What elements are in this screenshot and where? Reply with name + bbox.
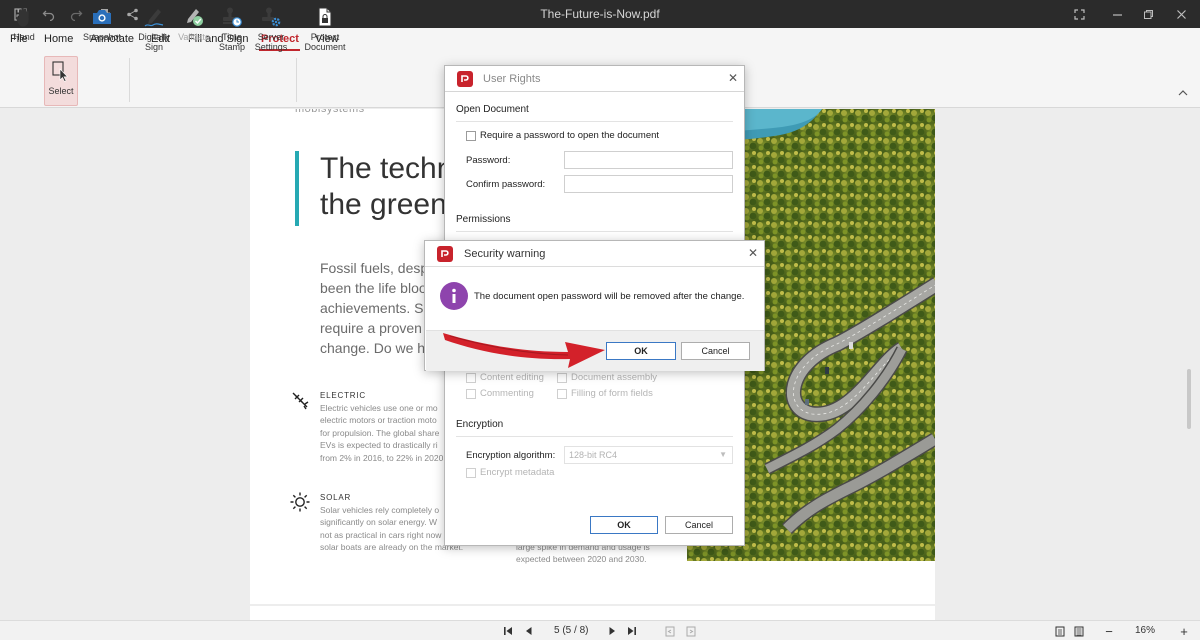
security-warning-title: Security warning — [464, 248, 546, 260]
next-page-icon[interactable] — [606, 625, 618, 637]
title-divider — [425, 266, 764, 267]
continuous-view-icon[interactable] — [1073, 625, 1085, 637]
collapse-ribbon-icon[interactable] — [1178, 89, 1188, 100]
zoom-out-icon[interactable]: − — [1103, 624, 1115, 639]
camera-icon — [90, 5, 114, 29]
electric-body: Electric vehicles use one or mo electric… — [320, 403, 444, 463]
zoom-in-icon[interactable]: + — [1178, 624, 1190, 639]
zoom-level[interactable]: 16% — [1135, 625, 1155, 636]
hand-tool-button[interactable]: Hand — [7, 3, 41, 53]
security-warning-ok-button[interactable]: OK — [606, 342, 676, 360]
back-view-icon[interactable] — [664, 625, 676, 637]
password-label: Password: — [466, 155, 511, 166]
solar-heading: SOLAR — [320, 493, 352, 502]
section-divider — [456, 231, 733, 232]
time-stamp-button[interactable]: Time Stamp — [215, 3, 249, 53]
filling-form-fields-checkbox[interactable] — [557, 389, 567, 399]
intro-paragraph: Fossil fuels, despi been the life blood … — [320, 260, 435, 356]
digitally-sign-button[interactable]: Digitally Sign — [134, 3, 174, 53]
ribbon-separator — [129, 58, 130, 102]
security-warning-close-icon[interactable]: ✕ — [748, 246, 758, 260]
chevron-down-icon: ▼ — [719, 450, 727, 459]
encrypt-metadata-checkbox[interactable] — [466, 468, 476, 478]
time-stamp-label: Time Stamp — [218, 32, 245, 52]
electric-plug-icon — [292, 392, 309, 410]
commenting-label: Commenting — [480, 388, 534, 399]
close-icon[interactable] — [1173, 6, 1189, 22]
page-headline: The techn the green — [320, 152, 454, 221]
app-logo-icon — [437, 246, 453, 262]
menu-home[interactable]: Home — [44, 33, 73, 45]
fullscreen-icon[interactable] — [1071, 6, 1087, 22]
pdf-editor-window: The-Future-is-Now.pdf File Home Annotate… — [0, 0, 1200, 640]
user-rights-cancel-button[interactable]: Cancel — [665, 516, 733, 534]
user-rights-title: User Rights — [483, 73, 541, 85]
permissions-label: Permissions — [456, 214, 511, 225]
last-page-icon[interactable] — [626, 625, 638, 637]
select-tool-button[interactable]: Select — [44, 56, 78, 106]
red-pointer-arrow-icon — [443, 333, 605, 368]
filling-form-fields-label: Filling of form fields — [571, 388, 653, 399]
protect-document-label: Protect Document — [304, 32, 346, 52]
headline-accent-bar — [295, 151, 299, 226]
confirm-password-label: Confirm password: — [466, 179, 546, 190]
validate-check-icon — [182, 5, 206, 29]
server-settings-label: Server Settings — [254, 32, 288, 52]
solar-body: Solar vehicles rely completely o signifi… — [320, 505, 464, 553]
signature-pen-icon — [142, 5, 166, 29]
sun-icon — [290, 492, 310, 512]
open-document-label: Open Document — [456, 104, 529, 115]
commenting-checkbox[interactable] — [466, 389, 476, 399]
app-logo-icon — [457, 71, 473, 87]
restore-icon[interactable] — [1140, 6, 1156, 22]
brand-logo-text: mobisystems — [295, 109, 365, 115]
encryption-algorithm-select[interactable]: 128-bit RC4 ▼ — [564, 446, 733, 464]
section-divider — [456, 121, 733, 122]
encrypt-metadata-label: Encrypt metadata — [480, 467, 555, 478]
electric-heading: ELECTRIC — [320, 391, 366, 400]
digitally-sign-label: Digitally Sign — [138, 32, 170, 52]
select-label: Select — [48, 86, 74, 96]
server-settings-button[interactable]: Server Settings — [252, 3, 290, 53]
validate-button[interactable]: Validate — [175, 3, 213, 53]
section-divider — [456, 436, 733, 437]
hand-label: Hand — [13, 32, 35, 42]
require-password-checkbox[interactable] — [466, 131, 476, 141]
password-field[interactable] — [564, 151, 733, 169]
status-bar: 5 (5 / 8) − 16% + — [0, 620, 1200, 640]
previous-page-icon[interactable] — [523, 625, 535, 637]
hand-icon — [12, 5, 36, 29]
require-password-label: Require a password to open the document — [480, 130, 660, 141]
page-indicator[interactable]: 5 (5 / 8) — [554, 625, 588, 636]
stamp-clock-icon — [220, 5, 244, 29]
snapshot-label: Snapshot — [82, 32, 122, 42]
security-warning-cancel-button[interactable]: Cancel — [681, 342, 750, 360]
validate-label: Validate — [178, 32, 210, 42]
next-pdf-page — [250, 606, 935, 620]
user-rights-close-icon[interactable]: ✕ — [728, 71, 738, 85]
select-cursor-icon — [49, 59, 73, 83]
server-gear-icon — [259, 5, 283, 29]
security-warning-message: The document open password will be remov… — [474, 291, 745, 302]
protect-document-icon — [313, 5, 337, 29]
encryption-algorithm-value: 128-bit RC4 — [569, 450, 618, 460]
title-divider — [445, 91, 744, 92]
encryption-label: Encryption — [456, 419, 504, 430]
single-page-view-icon[interactable] — [1054, 625, 1066, 637]
encryption-algorithm-label: Encryption algorithm: — [466, 450, 556, 461]
snapshot-button[interactable]: Snapshot — [82, 3, 122, 53]
confirm-password-field[interactable] — [564, 175, 733, 193]
forward-view-icon[interactable] — [685, 625, 697, 637]
user-rights-ok-button[interactable]: OK — [590, 516, 658, 534]
protect-document-button[interactable]: Protect Document — [302, 3, 348, 53]
info-icon — [440, 282, 468, 310]
ribbon-separator — [296, 58, 297, 102]
minimize-icon[interactable] — [1109, 6, 1125, 22]
vertical-scrollbar-thumb[interactable] — [1187, 369, 1191, 429]
first-page-icon[interactable] — [502, 625, 514, 637]
